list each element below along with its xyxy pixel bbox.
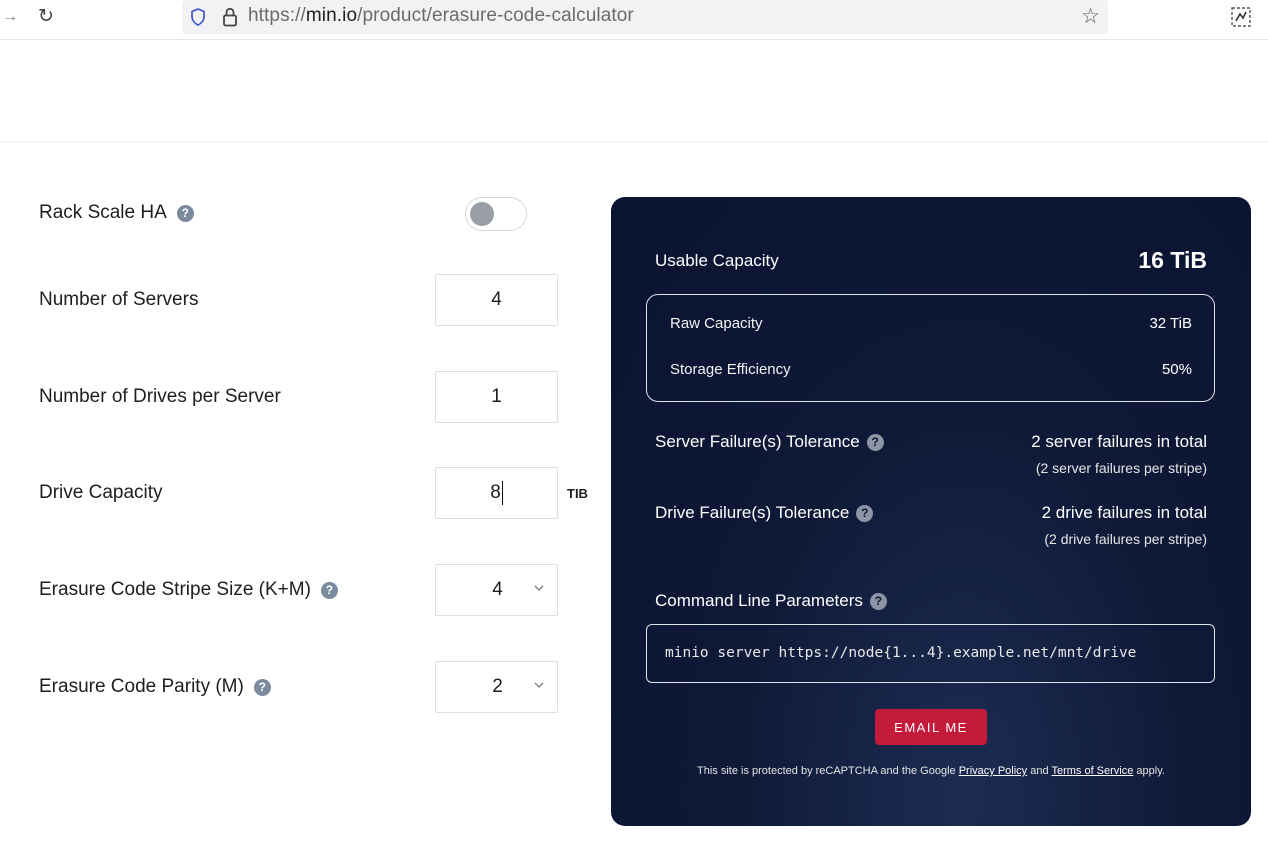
help-icon[interactable]: ? bbox=[856, 504, 874, 522]
terms-of-service-link[interactable]: Terms of Service bbox=[1051, 765, 1133, 777]
help-icon[interactable]: ? bbox=[869, 592, 887, 610]
drive-tolerance-label: Drive Failure(s) Tolerance ? bbox=[655, 503, 874, 523]
servers-value: 4 bbox=[491, 289, 502, 310]
reload-icon[interactable]: ↻ bbox=[38, 5, 54, 28]
help-icon[interactable]: ? bbox=[176, 204, 194, 222]
drive-tolerance-label-text: Drive Failure(s) Tolerance bbox=[655, 503, 850, 522]
shield-icon[interactable] bbox=[190, 8, 206, 26]
server-tolerance-label: Server Failure(s) Tolerance ? bbox=[655, 432, 884, 452]
server-tolerance-sub: (2 server failures per stripe) bbox=[1035, 460, 1207, 476]
capacity-label: Drive Capacity bbox=[39, 482, 163, 504]
capacity-label-text: Drive Capacity bbox=[39, 482, 163, 503]
drives-label-text: Number of Drives per Server bbox=[39, 386, 281, 407]
rack-scale-label: Rack Scale HA ? bbox=[39, 202, 194, 224]
storage-efficiency-value: 50% bbox=[1161, 361, 1192, 378]
privacy-policy-link[interactable]: Privacy Policy bbox=[959, 765, 1027, 777]
storage-efficiency-label: Storage Efficiency bbox=[670, 361, 791, 378]
usable-capacity-label-text: Usable Capacity bbox=[655, 251, 779, 270]
parity-select[interactable]: 2 bbox=[435, 661, 558, 713]
stripe-select[interactable]: 4 bbox=[435, 564, 558, 616]
legal-and: and bbox=[1027, 765, 1052, 777]
servers-label-text: Number of Servers bbox=[39, 289, 199, 310]
legal-suffix: apply. bbox=[1133, 765, 1165, 777]
drives-input[interactable]: 1 bbox=[435, 371, 558, 423]
bookmark-star-icon[interactable]: ☆ bbox=[1081, 4, 1100, 29]
toggle-knob bbox=[470, 202, 494, 226]
lock-icon[interactable] bbox=[222, 7, 238, 27]
parity-label: Erasure Code Parity (M) ? bbox=[39, 676, 271, 698]
command-line-label: Command Line Parameters ? bbox=[655, 591, 887, 611]
extension-icon[interactable] bbox=[1230, 6, 1252, 28]
capacity-value: 8 bbox=[490, 482, 501, 503]
stripe-label-text: Erasure Code Stripe Size (K+M) bbox=[39, 579, 311, 600]
drive-tolerance-value: 2 drive failures in total bbox=[1041, 503, 1207, 522]
chevron-down-icon bbox=[534, 585, 544, 591]
servers-label: Number of Servers bbox=[39, 289, 198, 311]
server-tolerance-label-text: Server Failure(s) Tolerance bbox=[655, 432, 860, 451]
raw-capacity-label: Raw Capacity bbox=[670, 315, 763, 332]
chevron-down-icon bbox=[534, 682, 544, 688]
text-caret bbox=[501, 481, 503, 505]
recaptcha-notice: This site is protected by reCAPTCHA and … bbox=[611, 765, 1251, 777]
legal-prefix: This site is protected by reCAPTCHA and … bbox=[697, 765, 959, 777]
servers-input[interactable]: 4 bbox=[435, 274, 558, 326]
help-icon[interactable]: ? bbox=[320, 581, 338, 599]
raw-capacity-value: 32 TiB bbox=[1149, 315, 1192, 332]
url-text[interactable]: https://min.io/product/erasure-code-calc… bbox=[248, 5, 634, 27]
stripe-label: Erasure Code Stripe Size (K+M) ? bbox=[39, 579, 338, 601]
capacity-input[interactable]: 8 bbox=[435, 467, 558, 519]
drives-value: 1 bbox=[491, 386, 502, 407]
address-bar[interactable]: https://min.io/product/erasure-code-calc… bbox=[182, 0, 1108, 34]
drive-tolerance-sub: (2 drive failures per stripe) bbox=[1044, 531, 1207, 547]
command-line-label-text: Command Line Parameters bbox=[655, 591, 863, 610]
usable-capacity-label: Usable Capacity bbox=[655, 251, 779, 271]
email-me-button[interactable]: EMAIL ME bbox=[875, 709, 987, 745]
browser-toolbar: → ↻ https://min.io/product/erasure-code-… bbox=[0, 0, 1268, 40]
help-icon[interactable]: ? bbox=[253, 678, 271, 696]
command-line-box[interactable]: minio server https://node{1...4}.example… bbox=[646, 624, 1215, 683]
parity-label-text: Erasure Code Parity (M) bbox=[39, 676, 244, 697]
capacity-unit: TIB bbox=[567, 486, 588, 501]
drives-label: Number of Drives per Server bbox=[39, 386, 281, 408]
results-panel: Usable Capacity 16 TiB Raw Capacity 32 T… bbox=[611, 197, 1251, 826]
forward-arrow-icon[interactable]: → bbox=[2, 8, 18, 26]
rack-scale-label-text: Rack Scale HA bbox=[39, 202, 167, 223]
usable-capacity-value: 16 TiB bbox=[1138, 247, 1207, 273]
help-icon[interactable]: ? bbox=[866, 433, 884, 451]
capacity-summary-box: Raw Capacity 32 TiB Storage Efficiency 5… bbox=[646, 294, 1215, 402]
rack-scale-toggle[interactable] bbox=[465, 197, 527, 231]
server-tolerance-value: 2 server failures in total bbox=[1031, 432, 1207, 451]
header-divider bbox=[0, 141, 1268, 142]
